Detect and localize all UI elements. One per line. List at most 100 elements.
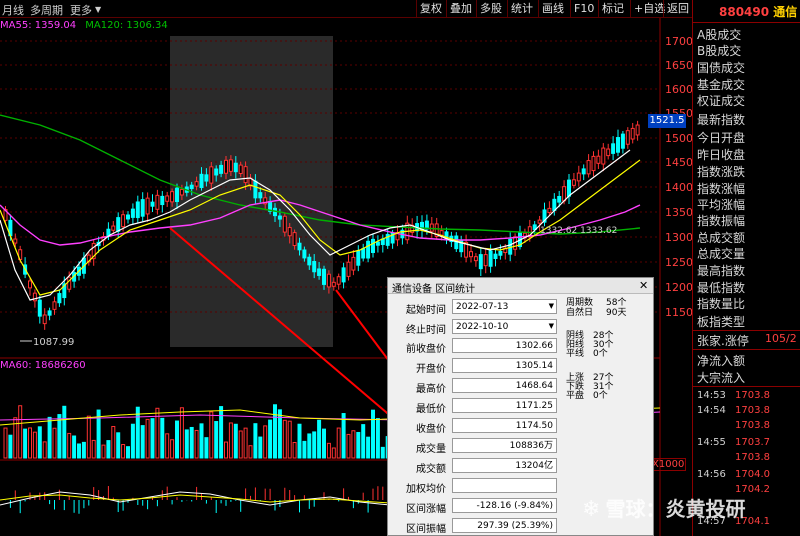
volume-bar [322, 428, 326, 459]
back-button[interactable]: 返回 [663, 0, 692, 17]
volume-bar [292, 442, 297, 459]
axis-tick: 1600 [665, 83, 693, 96]
candle [52, 301, 57, 310]
candle [366, 240, 371, 259]
volume-bar [135, 406, 140, 459]
candle [121, 214, 126, 228]
volume-value: 108836万 [452, 438, 557, 453]
info-high: 最高指数 [697, 264, 746, 278]
volume-bar [361, 424, 366, 459]
stat-val: 0个 [593, 391, 608, 401]
volume-bar [28, 427, 32, 459]
volume-bar [268, 419, 273, 459]
tick-row: 14:53 1703.8 [697, 390, 770, 401]
tab-multi-period[interactable]: 多周期 [30, 2, 63, 18]
volume-bar [116, 432, 121, 459]
volume-bar [77, 443, 81, 459]
volume-bar [253, 423, 258, 459]
end-date-select[interactable]: 2022-10-10 ▼ [452, 319, 557, 334]
volume-bar [32, 431, 37, 459]
candle [199, 173, 204, 189]
volume-bar [189, 426, 194, 459]
tab-more[interactable]: 更多 [70, 2, 92, 18]
candle [483, 254, 488, 267]
candle [601, 147, 606, 165]
stat-label: 前收盘价 [406, 344, 446, 355]
candle [165, 195, 170, 202]
fuquan-button[interactable]: 复权 [416, 0, 445, 17]
candle [307, 256, 312, 266]
info-prev-close: 昨日收盘 [697, 148, 746, 162]
macd-dea [0, 494, 391, 504]
volume-bar [273, 404, 277, 459]
low-value: 1171.25 [452, 398, 557, 413]
candle [258, 192, 263, 199]
volume-bar [170, 439, 175, 459]
volume-bar [194, 429, 199, 459]
info-low: 最低指数 [697, 281, 746, 295]
volume-bar [42, 441, 47, 459]
info-fund-volume: 基金成交 [697, 78, 746, 92]
candle [611, 143, 616, 154]
candle [478, 254, 483, 270]
chevron-down-icon[interactable]: ▼ [95, 5, 101, 14]
candle [562, 186, 567, 202]
watermark-text: 雪球：炎黄投研 [605, 497, 746, 521]
candle [341, 267, 346, 283]
volume-bar [351, 430, 356, 459]
candle [498, 250, 503, 256]
f10-button[interactable]: F10 [570, 0, 597, 17]
dialog-title: 通信设备 区间统计 [388, 278, 653, 295]
candle [170, 191, 175, 203]
overlay-button[interactable]: 叠加 [446, 0, 475, 17]
volume-bar [23, 428, 28, 459]
tick-row: 14:56 1704.0 [697, 469, 770, 480]
divider [693, 22, 800, 23]
candle [596, 155, 601, 164]
start-date-select[interactable]: 2022-07-13 ▼ [452, 299, 557, 314]
volume-bar [380, 446, 385, 459]
close-icon[interactable]: ✕ [639, 279, 648, 292]
info-a-share-volume: A股成交 [697, 28, 742, 42]
net-inflow-label: 净流入额 [697, 354, 746, 368]
interval-amplitude-value: 297.39 (25.39%) [452, 518, 557, 533]
candle [473, 256, 478, 262]
ma120-legend: MA120: 1306.34 [85, 20, 168, 31]
info-volume: 总成交量 [697, 247, 746, 261]
stats-button[interactable]: 统计 [507, 0, 536, 17]
candle [189, 184, 194, 190]
axis-tick: 1500 [665, 132, 693, 145]
volume-bar [18, 405, 23, 459]
info-open: 今日开盘 [697, 131, 746, 145]
candle [111, 225, 116, 231]
candle [28, 280, 32, 289]
candle [336, 276, 341, 285]
axis-tick: 1450 [665, 156, 693, 169]
candle [194, 181, 199, 187]
chevron-down-icon[interactable]: ▼ [549, 300, 554, 312]
mark-button[interactable]: 标记 [598, 0, 627, 17]
chevron-down-icon[interactable]: ▼ [549, 320, 554, 332]
stat-label: 成交量 [416, 444, 446, 455]
candle [576, 172, 581, 182]
candle [155, 194, 160, 210]
end-time-label: 终止时间 [406, 325, 446, 336]
candle [630, 127, 635, 140]
volume-bar [263, 425, 268, 459]
candle [361, 248, 366, 259]
volume-bar [336, 427, 341, 459]
stat-label: 开盘价 [416, 364, 446, 375]
tab-monthly[interactable]: 月线 [2, 2, 24, 18]
open-value: 1305.14 [452, 358, 557, 373]
stock-code: 880490 [719, 5, 770, 19]
draw-line-button[interactable]: 画线 [538, 0, 567, 17]
start-time-label: 起始时间 [406, 305, 446, 316]
candle [346, 261, 351, 277]
axis-tick: 1300 [665, 231, 693, 244]
candle [552, 198, 557, 211]
info-change: 指数涨跌 [697, 165, 746, 179]
multi-stock-button[interactable]: 多股 [476, 0, 505, 17]
candle [175, 187, 179, 203]
volume-bar [199, 423, 204, 459]
info-latest-index: 最新指数 [697, 113, 746, 127]
